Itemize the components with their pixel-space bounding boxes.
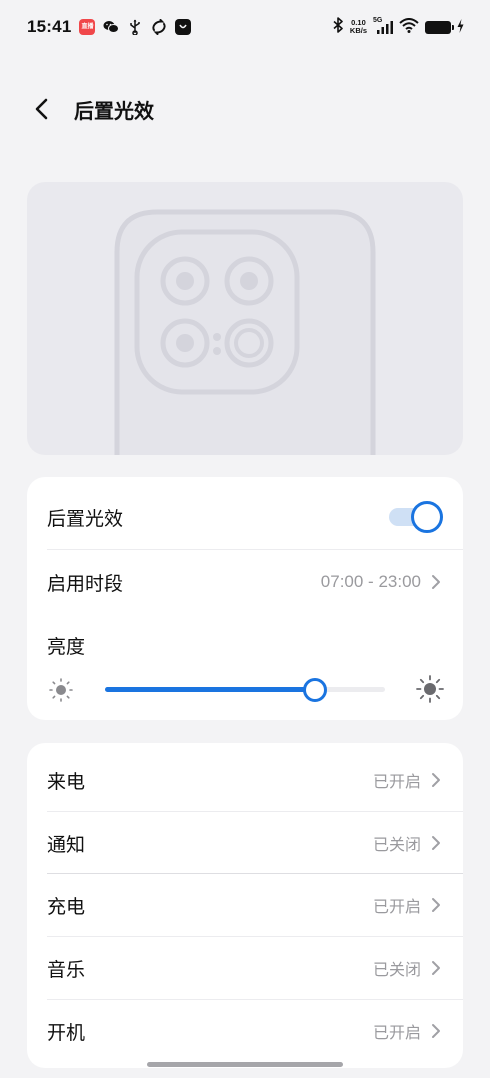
rear-light-row: 后置光效: [27, 485, 463, 549]
brightness-high-icon: [415, 674, 445, 708]
list-item-label: 音乐: [47, 958, 86, 981]
rear-light-label: 后置光效: [47, 507, 124, 530]
list-item[interactable]: 开机 已开启: [27, 1000, 463, 1062]
video-app-icon-label: 直播: [81, 23, 94, 30]
light-effect-preview: [27, 182, 463, 455]
video-app-icon: 直播: [79, 19, 96, 35]
chevron-right-icon: [429, 959, 443, 977]
list-item-status: 已开启: [372, 772, 421, 791]
brightness-row: 亮度: [27, 625, 463, 665]
toggle-knob: [411, 501, 443, 533]
brightness-slider-row: [27, 670, 463, 710]
usb-icon: [127, 19, 143, 35]
status-time: 15:41: [27, 17, 72, 36]
back-arrow-icon: [35, 98, 48, 120]
list-item-status: 已开启: [372, 1023, 421, 1042]
charging-icon: [457, 18, 464, 37]
chevron-right-icon: [429, 896, 443, 914]
page-header: 后置光效: [0, 86, 490, 132]
list-item[interactable]: 音乐 已关闭: [27, 937, 463, 999]
brightness-low-icon: [47, 676, 75, 708]
schedule-label: 启用时段: [47, 572, 124, 595]
page-title: 后置光效: [74, 98, 154, 123]
sync-app-icon: [151, 19, 167, 35]
status-right-icons: 0.10 KB/s 5G: [332, 17, 464, 37]
chevron-right-icon: [429, 834, 443, 852]
list-item-status: 已关闭: [372, 835, 421, 854]
list-item[interactable]: 充电 已开启: [27, 874, 463, 936]
list-item-label: 开机: [47, 1021, 86, 1044]
list-item[interactable]: 来电 已开启: [27, 749, 463, 811]
list-item-label: 通知: [47, 833, 86, 856]
net-speed: 0.10 KB/s: [349, 18, 367, 35]
chevron-right-icon: [429, 573, 443, 591]
status-app-icons: 直播: [79, 19, 192, 35]
chevron-right-icon: [429, 771, 443, 789]
wechat-icon: [103, 19, 120, 35]
schedule-row[interactable]: 启用时段 07:00 - 23:00: [27, 550, 463, 614]
list-item-status: 已关闭: [372, 960, 421, 979]
list-item[interactable]: 通知 已关闭: [27, 812, 463, 874]
wifi-icon: [399, 17, 419, 37]
battery-icon: [425, 20, 454, 34]
rear-light-toggle[interactable]: [387, 501, 443, 533]
light-triggers-card: 来电 已开启 通知 已关闭 充电 已开启 音乐 已关闭 开机 已开启: [27, 743, 463, 1068]
list-item-status: 已开启: [372, 897, 421, 916]
brightness-slider-fill: [105, 687, 315, 692]
bag-app-icon: [175, 19, 192, 35]
brightness-label: 亮度: [47, 635, 86, 658]
brightness-slider-thumb[interactable]: [303, 678, 327, 702]
phone-back-illustration: [114, 209, 376, 455]
list-item-label: 来电: [47, 770, 86, 793]
home-indicator[interactable]: [147, 1062, 343, 1067]
back-button[interactable]: [22, 89, 62, 129]
status-bar: 15:41 直播 0.10 KB/s 5G: [0, 0, 490, 54]
brightness-slider[interactable]: [105, 678, 385, 702]
list-item-label: 充电: [47, 895, 86, 918]
chevron-right-icon: [429, 1022, 443, 1040]
cellular-signal-icon: 5G: [373, 17, 393, 35]
bluetooth-icon: [332, 17, 344, 37]
schedule-value: 07:00 - 23:00: [320, 572, 421, 591]
